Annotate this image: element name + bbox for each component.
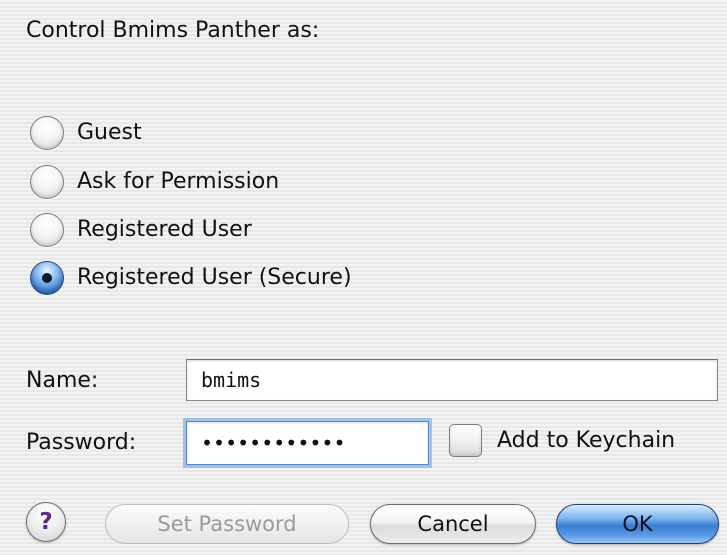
radio-label-ask-for-permission: Ask for Permission xyxy=(77,169,280,194)
name-label: Name: xyxy=(26,368,99,393)
radio-button-ask-for-permission[interactable] xyxy=(30,165,64,199)
cancel-button[interactable]: Cancel xyxy=(370,504,536,544)
ok-button[interactable]: OK xyxy=(556,504,719,544)
radio-option-ask-for-permission[interactable]: Ask for Permission xyxy=(30,162,279,202)
radio-button-registered-user[interactable] xyxy=(30,213,64,247)
password-label: Password: xyxy=(26,430,137,455)
add-to-keychain-checkbox[interactable] xyxy=(449,424,482,457)
radio-option-registered-user-secure[interactable]: Registered User (Secure) xyxy=(30,258,352,298)
radio-option-guest[interactable]: Guest xyxy=(30,113,142,153)
radio-option-registered-user[interactable]: Registered User xyxy=(30,210,252,250)
add-to-keychain-label[interactable]: Add to Keychain xyxy=(497,426,675,456)
password-field[interactable] xyxy=(186,421,429,465)
name-field[interactable] xyxy=(186,359,718,401)
help-button[interactable]: ? xyxy=(26,502,66,542)
radio-button-registered-user-secure[interactable] xyxy=(30,261,64,295)
radio-label-registered-user-secure: Registered User (Secure) xyxy=(77,265,352,290)
radio-label-registered-user: Registered User xyxy=(77,217,252,242)
radio-button-guest[interactable] xyxy=(30,116,64,150)
dialog-heading: Control Bmims Panther as: xyxy=(26,18,320,43)
help-icon: ? xyxy=(39,508,53,535)
radio-label-guest: Guest xyxy=(77,120,142,145)
set-password-button[interactable]: Set Password xyxy=(105,504,349,544)
